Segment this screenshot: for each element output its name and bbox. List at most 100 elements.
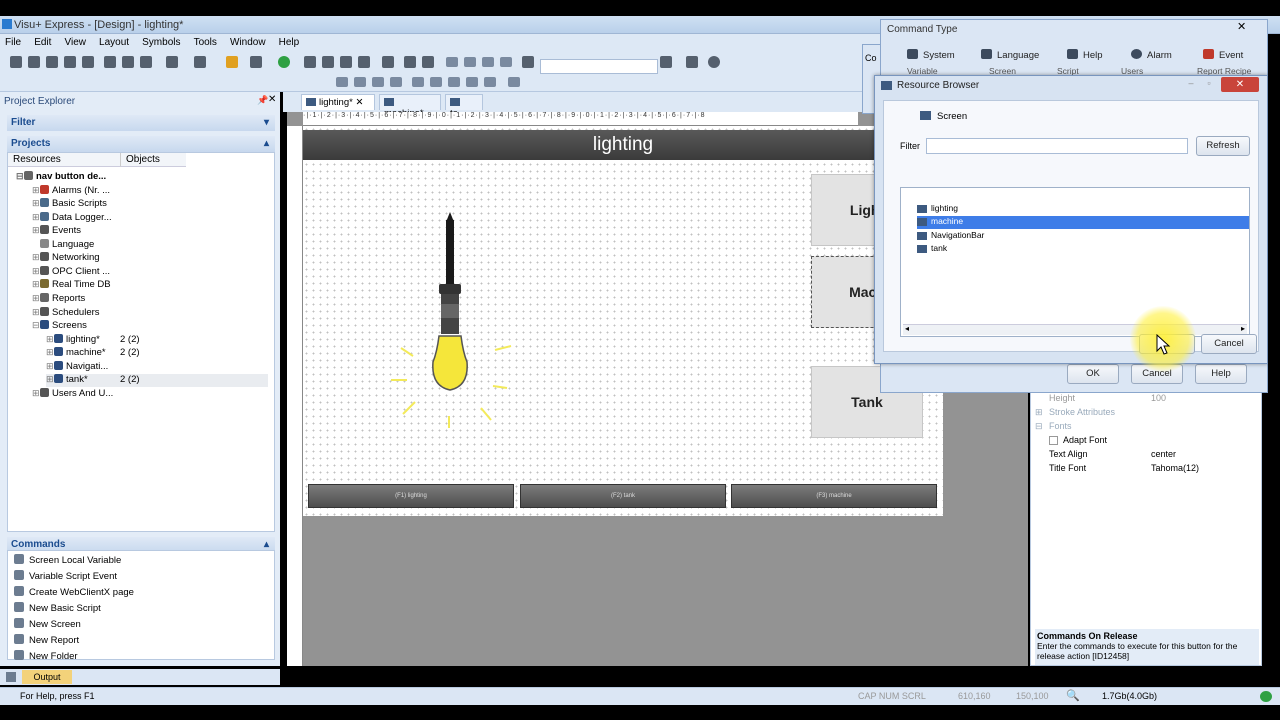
layout-icon[interactable] (466, 77, 478, 87)
layout-icon[interactable] (508, 77, 520, 87)
col-objects[interactable]: Objects (120, 153, 186, 167)
prop-row-height[interactable]: Height 100 (1031, 393, 1261, 407)
menu-symbols[interactable]: Symbols (137, 34, 185, 51)
layout-icon[interactable] (430, 77, 442, 87)
tab-help[interactable]: Help (1067, 49, 1103, 65)
tree-screen-navigation[interactable]: ⊞ Navigati... (46, 361, 266, 374)
tab-event[interactable]: Event (1203, 49, 1243, 65)
menu-edit[interactable]: Edit (29, 34, 56, 51)
tree-screen-tank[interactable]: ⊞ tank* 2 (2) (46, 374, 268, 387)
refresh-button[interactable]: Refresh (1196, 136, 1250, 156)
command-item[interactable]: Variable Script Event (14, 570, 117, 584)
lightbulb-icon[interactable] (383, 210, 523, 440)
prop-row-adapt-font[interactable]: Adapt Font (1031, 435, 1261, 449)
tab-alarm[interactable]: Alarm (1131, 49, 1172, 65)
command-item[interactable]: New Basic Script (14, 602, 101, 616)
help-button[interactable]: Help (1195, 364, 1247, 384)
cut-icon[interactable] (104, 56, 116, 68)
print-icon[interactable] (686, 56, 698, 68)
command-item[interactable]: New Folder (14, 650, 78, 664)
debug-icon[interactable] (250, 56, 262, 68)
scroll-left-icon[interactable]: ◂ (905, 324, 909, 333)
tree-item-schedulers[interactable]: ⊞ Schedulers (32, 307, 100, 320)
undo-icon[interactable] (166, 56, 178, 68)
list-item[interactable]: tank (917, 243, 1249, 256)
layout-icon[interactable] (390, 77, 402, 87)
prop-row-text-align[interactable]: Text Align center (1031, 449, 1261, 463)
list-item[interactable]: NavigationBar (917, 230, 1249, 243)
scroll-right-icon[interactable]: ▸ (1241, 324, 1245, 333)
list-item-selected[interactable]: machine (917, 216, 1249, 229)
tree-item-basic-scripts[interactable]: ⊞ Basic Scripts (32, 198, 107, 211)
prop-row-stroke[interactable]: ⊞ Stroke Attributes (1031, 407, 1261, 421)
toolbar-combo[interactable] (540, 59, 658, 74)
save-icon[interactable] (46, 56, 58, 68)
cancel-button[interactable]: Cancel (1201, 334, 1257, 354)
pointer-icon[interactable] (522, 56, 534, 68)
layout-icon[interactable] (372, 77, 384, 87)
save-all-icon[interactable] (64, 56, 76, 68)
close-icon[interactable]: ✕ (268, 94, 276, 105)
tag-icon[interactable] (382, 56, 394, 68)
run-icon[interactable] (278, 56, 290, 68)
redo-icon[interactable] (194, 56, 206, 68)
align-icon[interactable] (446, 57, 458, 67)
align-icon[interactable] (500, 57, 512, 67)
projects-header[interactable]: Projects ▴ (7, 136, 275, 152)
menu-layout[interactable]: Layout (94, 34, 134, 51)
menu-window[interactable]: Window (225, 34, 271, 51)
tool-icon[interactable] (358, 56, 370, 68)
tree-item-networking[interactable]: ⊞ Networking (32, 252, 100, 265)
nav-button-lighting[interactable]: (F1) lighting (308, 484, 514, 508)
menu-view[interactable]: View (59, 34, 91, 51)
checkbox[interactable] (1049, 436, 1058, 445)
maximize-icon[interactable]: ▫ (1201, 78, 1217, 90)
tool-icon[interactable] (304, 56, 316, 68)
build-icon[interactable] (226, 56, 238, 68)
tree-item-screens[interactable]: ⊟ Screens (32, 320, 87, 333)
layout-icon[interactable] (336, 77, 348, 87)
prop-row-fonts[interactable]: ⊟ Fonts (1031, 421, 1261, 435)
ok-button[interactable]: OK (1067, 364, 1119, 384)
tree-item-data-logger[interactable]: ⊞ Data Logger... (32, 212, 112, 225)
tree-screen-machine[interactable]: ⊞ machine* 2 (2) (46, 347, 266, 360)
check-icon[interactable] (422, 56, 434, 68)
tree-item-opc-client[interactable]: ⊞ OPC Client ... (32, 266, 110, 279)
tab-screen[interactable]: Screen (920, 111, 980, 127)
help-icon[interactable] (708, 56, 720, 68)
tree-item-language[interactable]: Language (32, 239, 94, 252)
tool-icon[interactable] (404, 56, 416, 68)
tab-output[interactable]: Output (22, 670, 72, 684)
tab-system[interactable]: System (907, 49, 955, 65)
tree-item-reports[interactable]: ⊞ Reports (32, 293, 85, 306)
tree-screen-lighting[interactable]: ⊞ lighting* 2 (2) (46, 334, 266, 347)
command-item[interactable]: New Report (14, 634, 79, 648)
tree-item-real-time-db[interactable]: ⊞ Real Time DB (32, 279, 111, 292)
tab-tank[interactable]: ta... (445, 94, 483, 119)
command-item[interactable]: New Screen (14, 618, 81, 632)
tree-item-alarms[interactable]: ⊞ Alarms (Nr. ... (32, 185, 110, 198)
filter-input[interactable] (926, 138, 1188, 154)
command-item[interactable]: Screen Local Variable (14, 554, 121, 568)
pin-icon[interactable]: 📌 (257, 95, 268, 106)
tree-root[interactable]: ⊟ nav button de... (16, 171, 106, 184)
align-icon[interactable] (482, 57, 494, 67)
col-resources[interactable]: Resources (8, 153, 120, 167)
prop-row-title-font[interactable]: Title Font Tahoma(12) (1031, 463, 1261, 477)
copy-icon[interactable] (122, 56, 134, 68)
tab-lighting[interactable]: lighting* ✕ (301, 94, 375, 110)
nav-button-tank[interactable]: (F2) tank (520, 484, 726, 508)
zoom-icon[interactable]: 🔍 (1066, 689, 1080, 702)
list-item[interactable]: lighting (917, 203, 1249, 216)
paste-icon[interactable] (140, 56, 152, 68)
filter-header[interactable]: Filter ▾ (7, 115, 275, 131)
tree-item-events[interactable]: ⊞ Events (32, 225, 81, 238)
close-icon[interactable]: ✕ (355, 97, 363, 108)
menu-file[interactable]: File (0, 34, 26, 51)
tool-icon[interactable] (340, 56, 352, 68)
layout-icon[interactable] (354, 77, 366, 87)
tool-icon[interactable] (322, 56, 334, 68)
menu-tools[interactable]: Tools (189, 34, 222, 51)
close-button[interactable]: ✕ (1221, 77, 1259, 92)
nav-button-machine[interactable]: (F3) machine (731, 484, 937, 508)
